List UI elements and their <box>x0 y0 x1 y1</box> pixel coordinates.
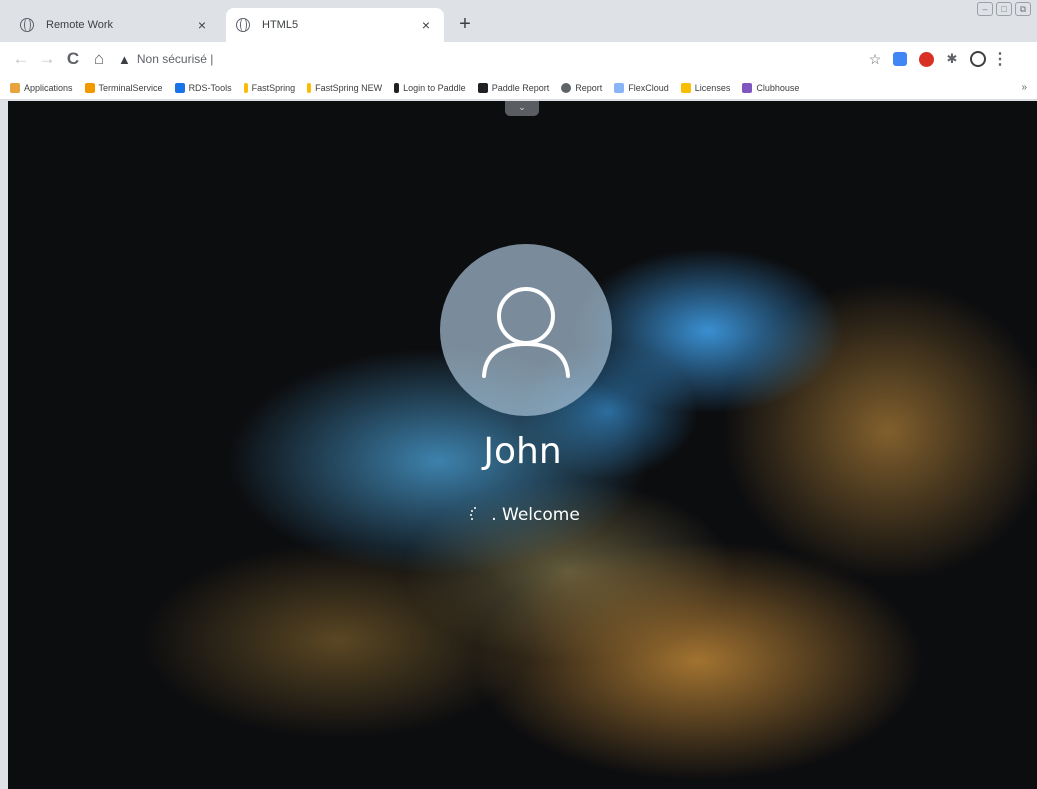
globe-icon <box>561 82 572 93</box>
fastspring-icon <box>243 82 248 93</box>
profile-avatar-icon[interactable] <box>965 46 991 72</box>
address-bar[interactable]: ▲ Non sécurisé | <box>118 46 863 72</box>
maximize-button[interactable]: □ <box>996 2 1012 16</box>
bookmark-paddle-report[interactable]: Paddle Report <box>477 82 549 93</box>
bookmark-fastspring-new[interactable]: FastSpring NEW <box>307 82 382 93</box>
user-avatar <box>440 244 612 416</box>
tab-title: Remote Work <box>46 19 114 31</box>
bookmark-star-icon[interactable]: ☆ <box>863 51 887 68</box>
rds-tools-icon <box>174 82 185 93</box>
bookmark-terminalservice[interactable]: TerminalService <box>84 82 163 93</box>
tab-strip: Remote Work × HTML5 × + – □ ⧉ <box>0 0 1037 42</box>
extension-stop-icon[interactable] <box>913 46 939 72</box>
forward-button[interactable]: → <box>34 46 60 72</box>
back-button[interactable]: ← <box>8 46 34 72</box>
session-toolbar-handle-icon[interactable]: ⌄ <box>505 101 539 116</box>
reload-button[interactable]: C <box>60 46 86 72</box>
flexcloud-icon <box>614 82 625 93</box>
tab-remote-work[interactable]: Remote Work × <box>10 8 220 42</box>
close-tab-icon[interactable]: × <box>418 17 434 33</box>
browser-toolbar: ← → C ⌂ ▲ Non sécurisé | ☆ ✱ ⋮ <box>0 42 1037 76</box>
new-tab-button[interactable]: + <box>453 12 477 36</box>
loading-spinner-icon <box>465 506 483 524</box>
ts-logo-icon <box>84 82 95 93</box>
tab-title: HTML5 <box>262 19 299 31</box>
chrome-menu-icon[interactable]: ⋮ <box>991 49 1009 69</box>
more-bookmarks-icon[interactable]: » <box>1021 82 1027 93</box>
extension-translate-icon[interactable] <box>887 46 913 72</box>
home-button[interactable]: ⌂ <box>86 46 112 72</box>
username: John <box>483 431 562 472</box>
apps-grid-icon <box>10 82 20 93</box>
globe-icon <box>236 18 250 32</box>
bookmark-fastspring[interactable]: FastSpring <box>243 82 295 93</box>
bookmark-flexcloud[interactable]: FlexCloud <box>614 82 669 93</box>
bookmark-applications[interactable]: Applications <box>10 82 73 93</box>
minimize-button[interactable]: – <box>977 2 993 16</box>
bookmark-report[interactable]: Report <box>561 82 602 93</box>
bookmarks-bar: Applications TerminalService RDS-Tools F… <box>0 76 1037 100</box>
globe-icon <box>20 18 34 32</box>
remote-desktop-view[interactable]: ⌄ John . Welcome <box>8 101 1037 789</box>
close-tab-icon[interactable]: × <box>194 17 210 33</box>
welcome-text: . Welcome <box>491 505 580 525</box>
bookmark-rds-tools[interactable]: RDS-Tools <box>174 82 232 93</box>
login-status: . Welcome <box>8 505 1037 525</box>
paddle-report-icon <box>477 82 488 93</box>
browser-window: Remote Work × HTML5 × + – □ ⧉ ← → C ⌂ ▲ … <box>0 0 1037 789</box>
clubhouse-icon <box>742 82 753 93</box>
bookmark-login-to-paddle[interactable]: Login to Paddle <box>394 82 466 93</box>
not-secure-warning-icon[interactable]: ▲ <box>118 52 131 67</box>
key-icon <box>680 82 691 93</box>
tab-html5[interactable]: HTML5 × <box>226 8 444 42</box>
fastspring-icon <box>307 82 312 93</box>
extensions-puzzle-icon[interactable]: ✱ <box>939 46 965 72</box>
paddle-p-icon <box>394 82 400 93</box>
restore-button[interactable]: ⧉ <box>1015 2 1031 16</box>
address-text[interactable]: Non sécurisé | <box>137 52 213 66</box>
window-controls: – □ ⧉ <box>977 2 1031 16</box>
bookmark-licenses[interactable]: Licenses <box>680 82 730 93</box>
bookmark-clubhouse[interactable]: Clubhouse <box>742 82 799 93</box>
user-silhouette-icon <box>482 287 570 378</box>
